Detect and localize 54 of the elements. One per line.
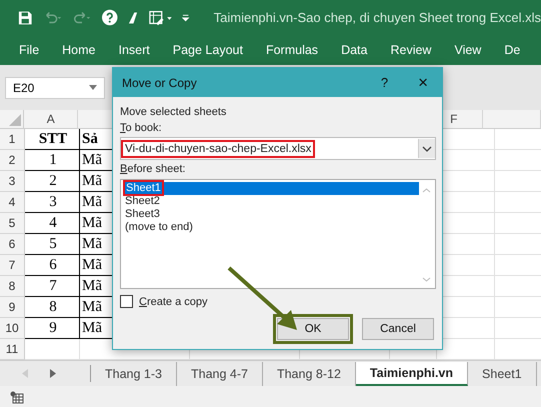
dialog-title: Move or Copy — [122, 76, 197, 90]
table-cell: 6 — [25, 255, 80, 276]
name-box[interactable]: E20 — [5, 76, 105, 98]
table-cell: 5 — [25, 234, 80, 255]
ribbon-tab[interactable]: Home — [62, 43, 96, 57]
sheet-tab[interactable]: Taimienphi.vn — [356, 362, 468, 386]
ribbon-tab[interactable]: Page Layout — [172, 43, 243, 57]
row-header[interactable]: 9 — [0, 297, 25, 318]
book-dropdown[interactable]: Vi-du-di-chuyen-sao-chep-Excel.xlsx — [120, 137, 436, 160]
ribbon-tab[interactable]: Formulas — [266, 43, 318, 57]
row-header[interactable]: 7 — [0, 255, 25, 276]
table-cell: 8 — [25, 297, 80, 318]
dropdown-icon — [89, 85, 97, 90]
next-sheet-icon[interactable] — [50, 369, 56, 378]
row-header[interactable]: 4 — [0, 192, 25, 213]
cancel-button[interactable]: Cancel — [362, 318, 434, 340]
dropdown-button[interactable] — [418, 139, 435, 158]
table-cell: 7 — [25, 276, 80, 297]
ribbon-tab[interactable]: De — [504, 43, 520, 57]
checkbox[interactable] — [120, 295, 133, 308]
row-header[interactable]: 2 — [0, 150, 25, 171]
help-button[interactable]: ? — [380, 75, 388, 90]
row-header[interactable]: 1 — [0, 129, 25, 150]
help-icon[interactable] — [102, 9, 118, 26]
triangle-icon — [9, 114, 22, 126]
chevron-down-icon — [422, 146, 432, 152]
dialog-heading: Move selected sheets — [120, 106, 228, 119]
page-layout-icon[interactable] — [10, 390, 24, 404]
ribbon-tab[interactable]: Insert — [118, 43, 150, 57]
ribbon-tab[interactable]: Review — [390, 43, 432, 57]
ribbon-tab[interactable]: Data — [341, 43, 368, 57]
annotation-arrow — [228, 266, 297, 330]
ribbon-tab[interactable]: File — [19, 43, 40, 57]
row-header[interactable]: 10 — [0, 318, 25, 339]
sheet-list-item[interactable]: Sheet1 — [123, 182, 419, 195]
table-cell: 3 — [25, 192, 80, 213]
save-icon[interactable] — [18, 10, 33, 26]
row-header[interactable]: 6 — [0, 234, 25, 255]
table-cell: 1 — [25, 150, 80, 171]
column-header[interactable]: A — [24, 110, 78, 129]
row-header[interactable]: 3 — [0, 171, 25, 192]
table-cell: 4 — [25, 213, 80, 234]
table-cell: 2 — [25, 171, 80, 192]
pen-icon[interactable] — [128, 10, 139, 24]
customize-icon[interactable] — [182, 12, 190, 22]
table-cell: STT — [25, 129, 80, 150]
form-icon[interactable] — [148, 10, 172, 26]
ribbon-tab[interactable]: View — [454, 43, 482, 57]
row-header[interactable]: 11 — [0, 339, 25, 360]
window-title: Taimienphi.vn-Sao chep, di chuyen Sheet trong Excel.xls — [214, 10, 541, 25]
table-cell: 9 — [25, 318, 80, 339]
row-header[interactable]: 8 — [0, 276, 25, 297]
close-button[interactable]: × — [418, 72, 428, 92]
row-header[interactable]: 5 — [0, 213, 25, 234]
